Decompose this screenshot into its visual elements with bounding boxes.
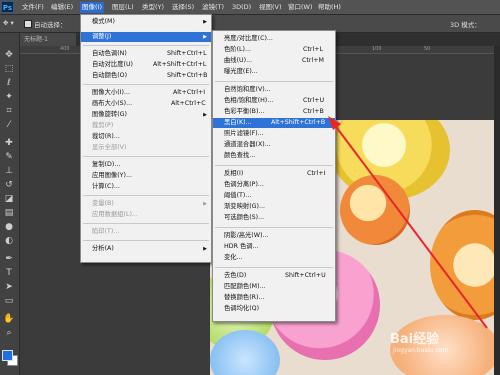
menu-item-brightness-contrast[interactable]: 亮度/对比度(C)... [213, 34, 335, 44]
menu-item-duplicate[interactable]: 复制(D)... [81, 160, 211, 170]
foreground-color-swatch[interactable] [2, 350, 13, 361]
history-brush-icon[interactable]: ↺ [2, 179, 16, 192]
menu-item-color-balance[interactable]: 色彩平衡(B)... Ctrl+B [213, 107, 335, 117]
lasso-icon[interactable]: ℓ [2, 77, 16, 90]
magic-wand-icon[interactable]: ✦ [2, 91, 16, 104]
menu-item-hue-saturation[interactable]: 色相/饱和度(H)... Ctrl+U [213, 96, 335, 106]
menu-item-exposure[interactable]: 曝光度(E)... [213, 67, 335, 77]
document-tab[interactable]: 无标题-1 [20, 33, 76, 46]
path-select-icon[interactable]: ➤ [2, 281, 16, 294]
menu-item-levels[interactable]: 色阶(L)... Ctrl+L [213, 45, 335, 55]
pen-icon[interactable]: ✒ [2, 253, 16, 266]
move-tool-icon[interactable]: ✥ ▾ [3, 19, 14, 27]
submenu-arrow-icon: ▶ [203, 19, 207, 25]
menu-select[interactable]: 选择(S) [172, 2, 194, 13]
brush-icon[interactable]: ✎ [2, 151, 16, 164]
menu-item-trap: 陷印(T)... [92, 228, 120, 235]
dodge-icon[interactable]: ◐ [2, 235, 16, 248]
zoom-icon[interactable]: ⌕ [2, 327, 16, 340]
menu-item-auto-color[interactable]: 自动颜色(O) Shift+Ctrl+B [81, 71, 211, 81]
menu-item-auto-tone[interactable]: 自动色调(N) Shift+Ctrl+L [81, 49, 211, 59]
adjustments-submenu: 亮度/对比度(C)... 色阶(L)... Ctrl+L 曲线(U)... Ctrl… [212, 30, 336, 322]
type-icon[interactable]: T [2, 267, 16, 280]
menu-item-image-rotation[interactable]: 图像旋转(G) ▶ [81, 110, 211, 120]
submenu-arrow-icon: ▶ [203, 246, 207, 252]
menu-item-equalize[interactable]: 色调均化(Q) [213, 304, 335, 314]
watermark-url: jingyan.baidu.com [393, 347, 449, 354]
submenu-arrow-icon: ▶ [203, 112, 207, 118]
menu-type[interactable]: 类型(Y) [142, 2, 164, 13]
image-menu: 模式(M) ▶ 调整(J) ▶ 自动色调(N) Shift+Ctrl+L 自动对比度(… [80, 14, 212, 263]
menu-item-variations[interactable]: 变化... [213, 253, 335, 263]
hand-icon[interactable]: ✋ [2, 313, 16, 326]
menu-layer[interactable]: 图层(L) [112, 2, 134, 13]
ruler-number: 100 [372, 46, 382, 52]
orange-slice-candy [430, 210, 500, 320]
shape-icon[interactable]: ▭ [2, 295, 16, 308]
move-icon[interactable]: ✥ [2, 49, 16, 62]
menu-item-photo-filter[interactable]: 照片滤镜(F)... [213, 129, 335, 139]
menu-item-canvas-size[interactable]: 画布大小(S)... Alt+Ctrl+C [81, 99, 211, 109]
healing-icon[interactable]: ✚ [2, 137, 16, 150]
menu-item-crop: 裁剪(P) [92, 122, 114, 129]
menu-item-posterize[interactable]: 色调分离(P)... [213, 180, 335, 190]
eraser-icon[interactable]: ◪ [2, 193, 16, 206]
menu-file[interactable]: 文件(F) [22, 2, 44, 13]
menu-help[interactable]: 帮助(H) [318, 2, 341, 13]
photoshop-logo: Ps [1, 1, 14, 13]
panel-edge [494, 46, 500, 375]
menu-item-gradient-map[interactable]: 渐变映射(G)... [213, 202, 335, 212]
3d-mode-label: 3D 模式： [450, 21, 481, 29]
menu-item-shadows-highlights[interactable]: 阴影/高光(W)... [213, 231, 335, 241]
submenu-arrow-icon: ▶ [203, 201, 207, 207]
orange-candy [340, 175, 410, 245]
ruler-number: 50 [424, 46, 431, 52]
menu-item-desaturate[interactable]: 去色(D) Shift+Ctrl+U [213, 271, 335, 281]
menu-bar: Ps 文件(F) 编辑(E) 图像(I) 图层(L) 类型(Y) 选择(S) 滤… [0, 0, 500, 15]
menu-item-channel-mixer[interactable]: 通道混合器(X)... [213, 140, 335, 150]
menu-item-threshold[interactable]: 阈值(T)... [213, 191, 335, 201]
menu-window[interactable]: 窗口(W) [288, 2, 313, 13]
menu-view[interactable]: 视图(V) [259, 2, 282, 13]
marquee-icon[interactable]: ⬚ [2, 63, 16, 76]
menu-item-variables: 变量(B) ▶ [92, 200, 207, 207]
menu-item-analysis[interactable]: 分析(A) ▶ [81, 244, 211, 254]
menu-item-reveal-all: 显示全部(V) [92, 144, 127, 151]
menu-edit[interactable]: 编辑(E) [51, 2, 73, 13]
submenu-arrow-icon: ▶ [203, 34, 207, 40]
crop-icon[interactable]: ⌗ [2, 105, 16, 118]
menu-item-match-color[interactable]: 匹配颜色(M)... [213, 282, 335, 292]
blur-icon[interactable]: ● [2, 221, 16, 234]
watermark-logo: Bai经验 [390, 332, 440, 347]
menu-item-black-white[interactable]: 黑白(K)... Alt+Shift+Ctrl+B [213, 118, 335, 128]
menu-item-auto-contrast[interactable]: 自动对比度(U) Alt+Shift+Ctrl+L [81, 60, 211, 70]
stamp-icon[interactable]: ⊥ [2, 165, 16, 178]
ruler-number: 400 [60, 46, 70, 52]
menu-item-apply-image[interactable]: 应用图像(Y)... [81, 171, 211, 181]
menu-item-adjustments[interactable]: 调整(J) ▶ [81, 32, 211, 42]
menu-item-mode[interactable]: 模式(M) ▶ [81, 17, 211, 27]
menu-item-image-size[interactable]: 图像大小(I)... Alt+Ctrl+I [81, 88, 211, 98]
auto-select-label: 自动选择： [34, 21, 67, 29]
eyedropper-icon[interactable]: ⁄ [2, 119, 16, 132]
auto-select-checkbox[interactable] [24, 20, 32, 28]
menu-3d[interactable]: 3D(D) [232, 2, 251, 13]
menu-item-color-lookup[interactable]: 颜色查找... [213, 151, 335, 161]
menu-item-hdr-toning[interactable]: HDR 色调... [213, 242, 335, 252]
menu-item-invert[interactable]: 反相(I) Ctrl+I [213, 169, 335, 179]
menu-item-selective-color[interactable]: 可选颜色(S)... [213, 213, 335, 223]
menu-image[interactable]: 图像(I) [80, 2, 104, 13]
menu-item-calculations[interactable]: 计算(C)... [81, 182, 211, 192]
menu-filter[interactable]: 滤镜(T) [202, 2, 224, 13]
gradient-icon[interactable]: ▤ [2, 207, 16, 220]
tools-panel: ✥ ⬚ ℓ ✦ ⌗ ⁄ ✚ ✎ ⊥ ↺ ◪ ▤ ● ◐ ✒ T ➤ ▭ ✋ ⌕ [0, 33, 20, 375]
menu-item-vibrance[interactable]: 自然饱和度(V)... [213, 85, 335, 95]
menu-item-apply-data-set: 应用数据组(L)... [92, 211, 138, 218]
menu-item-replace-color[interactable]: 替换颜色(R)... [213, 293, 335, 303]
menu-item-trim[interactable]: 裁切(R)... [81, 132, 211, 142]
menu-item-curves[interactable]: 曲线(U)... Ctrl+M [213, 56, 335, 66]
